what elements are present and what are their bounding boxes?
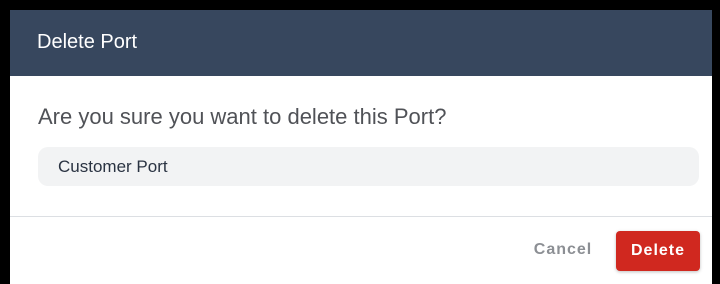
dialog-title: Delete Port (37, 31, 138, 53)
footer-divider (10, 216, 712, 217)
item-to-delete-name: Customer Port (58, 157, 168, 176)
cancel-button[interactable]: Cancel (518, 233, 608, 267)
delete-button[interactable]: Delete (616, 231, 700, 271)
dialog-header: Delete Port (10, 10, 712, 76)
delete-port-dialog: Delete Port Are you sure you want to del… (10, 10, 712, 284)
confirmation-question: Are you sure you want to delete this Por… (38, 104, 447, 129)
item-to-delete-box: Customer Port (38, 147, 699, 186)
